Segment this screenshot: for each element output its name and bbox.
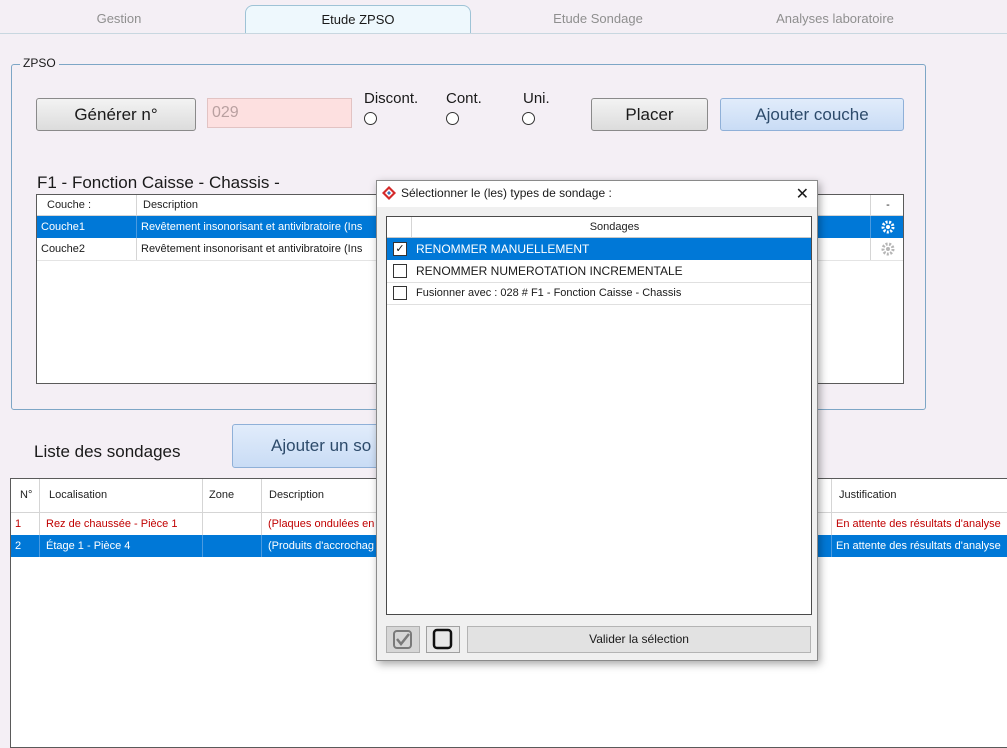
app-logo-icon [382, 186, 396, 200]
sondage-type-dialog: Sélectionner le (les) types de sondage :… [376, 180, 818, 661]
tab-etude-sondage[interactable]: Etude Sondage [500, 5, 696, 33]
cell-couche: Couche1 [37, 216, 137, 238]
checkbox-renommer-manuel[interactable]: ✓ [393, 242, 407, 256]
cell-num: 1 [11, 513, 40, 535]
section-title: F1 - Fonction Caisse - Chassis - [37, 173, 280, 192]
tab-divider [0, 33, 1007, 34]
uncheck-all-icon [432, 628, 453, 650]
generate-number-button[interactable]: Générer n° [36, 98, 196, 131]
header-check [387, 217, 412, 237]
dialog-titlebar[interactable]: Sélectionner le (les) types de sondage :… [377, 181, 817, 207]
header-sondages: Sondages [589, 221, 640, 233]
cell-zone [203, 513, 262, 535]
header-localisation: Localisation [40, 479, 203, 512]
radio-label-cont: Cont. [446, 90, 482, 107]
radio-discont[interactable] [364, 112, 377, 125]
header-justification: Justification [839, 489, 897, 501]
tab-etude-zpso[interactable]: Etude ZPSO [245, 5, 471, 34]
cell-justification: En attente des résultats d'analyse [836, 518, 1001, 530]
header-couche: Couche : [37, 195, 137, 215]
checkbox-fusionner[interactable] [393, 286, 407, 300]
tab-bar: Gestion Etude ZPSO Etude Sondage Analyse… [0, 0, 1007, 34]
checkbox-renommer-incremental[interactable] [393, 264, 407, 278]
header-action: - [886, 199, 890, 211]
tab-analyses-laboratoire[interactable]: Analyses laboratoire [725, 5, 945, 33]
cell-localisation: Rez de chaussée - Pièce 1 [40, 513, 203, 535]
radio-uni[interactable] [522, 112, 535, 125]
dialog-title: Sélectionner le (les) types de sondage : [401, 186, 612, 200]
gear-icon[interactable] [871, 216, 903, 238]
uncheck-all-button[interactable] [426, 626, 460, 653]
validate-selection-button[interactable]: Valider la sélection [467, 626, 811, 653]
radio-cont[interactable] [446, 112, 459, 125]
cell-justification: En attente des résultats d'analyse [836, 540, 1001, 552]
radio-label-discont: Discont. [364, 90, 419, 107]
radio-label-uni: Uni. [523, 90, 550, 107]
cell-num: 2 [11, 535, 40, 557]
zpso-legend: ZPSO [20, 56, 59, 70]
cell-localisation: Étage 1 - Pièce 4 [40, 535, 203, 557]
close-icon[interactable]: ✕ [796, 184, 809, 204]
cell-zone [203, 535, 262, 557]
list-header: Sondages [387, 217, 811, 238]
list-item[interactable]: Fusionner avec : 028 # F1 - Fonction Cai… [387, 282, 811, 305]
check-all-icon [393, 630, 412, 649]
list-item[interactable]: RENOMMER NUMEROTATION INCREMENTALE [387, 260, 811, 283]
tab-gestion[interactable]: Gestion [40, 5, 198, 33]
sondages-list: Sondages ✓ RENOMMER MANUELLEMENT RENOMME… [386, 216, 812, 615]
item-label: Fusionner avec : 028 # F1 - Fonction Cai… [416, 287, 682, 299]
header-zone: Zone [203, 479, 262, 512]
number-field[interactable]: 029 [207, 98, 352, 128]
gear-icon[interactable] [871, 238, 903, 260]
list-item[interactable]: ✓ RENOMMER MANUELLEMENT [387, 238, 811, 260]
cell-couche: Couche2 [37, 238, 137, 260]
item-label: RENOMMER MANUELLEMENT [416, 242, 590, 256]
add-layer-button[interactable]: Ajouter couche [720, 98, 904, 131]
header-num: N° [11, 479, 40, 512]
check-all-button[interactable] [386, 626, 420, 653]
item-label: RENOMMER NUMEROTATION INCREMENTALE [416, 264, 683, 278]
placer-button[interactable]: Placer [591, 98, 708, 131]
sondages-title: Liste des sondages [34, 442, 181, 461]
